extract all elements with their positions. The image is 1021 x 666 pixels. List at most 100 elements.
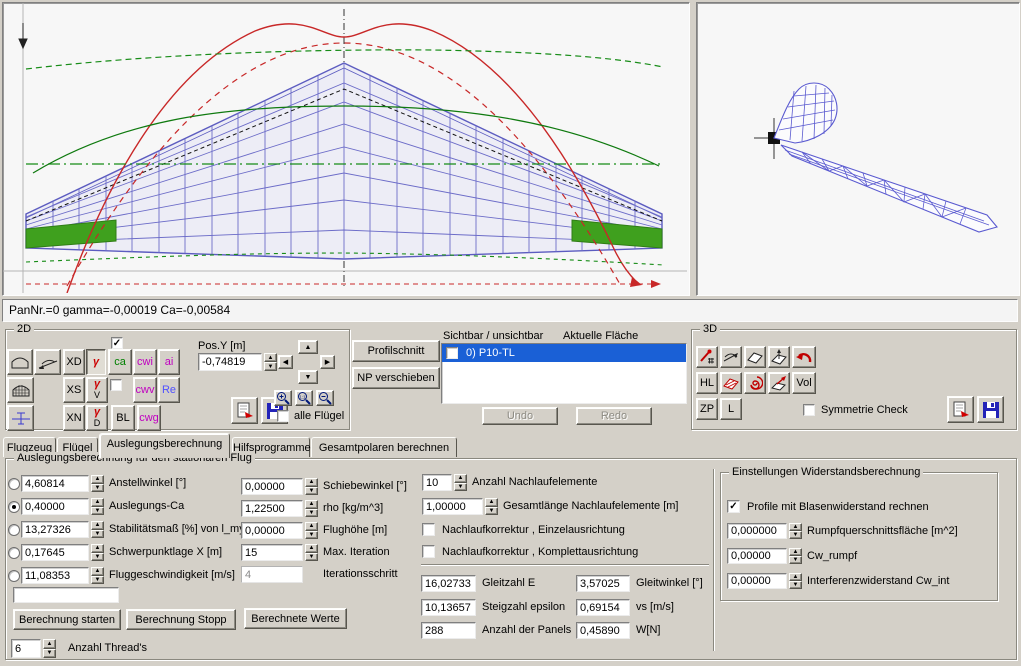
spin-down-icon[interactable]: ▼ [305, 487, 318, 496]
zoom-reset-button[interactable]: 1:1 [295, 390, 313, 406]
spin-down-icon[interactable]: ▼ [264, 362, 277, 371]
fluggeschwindigkeit-input[interactable] [21, 567, 89, 584]
redo-button[interactable]: Redo [576, 407, 652, 425]
vortex-button[interactable] [744, 372, 766, 394]
gamma-d-button[interactable]: γ D [86, 405, 108, 431]
schwerpunktlage-input[interactable] [21, 544, 89, 561]
rumpfquerschnitt-input[interactable] [727, 523, 787, 539]
schiebewinkel-input[interactable] [241, 478, 303, 495]
front-view-button[interactable] [7, 405, 34, 431]
spin-down-icon[interactable]: ▼ [789, 556, 802, 564]
gamma-v-button[interactable]: γ V [86, 377, 108, 403]
ca-button[interactable]: ca [108, 349, 132, 375]
planform-view-button[interactable] [7, 349, 33, 375]
berechnete-werte-button[interactable]: Berechnete Werte [244, 608, 347, 629]
rotate-undo-button[interactable] [792, 346, 816, 368]
rho-input[interactable] [241, 500, 303, 517]
spin-down-icon[interactable]: ▼ [91, 507, 104, 516]
wake-count-input[interactable] [422, 474, 452, 491]
spin-up-icon[interactable]: ▲ [305, 500, 318, 509]
plot-2d-panel[interactable] [2, 2, 690, 296]
hl-button[interactable]: HL [696, 372, 718, 394]
zp-button[interactable]: ZP [696, 398, 718, 420]
spin-down-icon[interactable]: ▼ [91, 484, 104, 493]
spin-down-icon[interactable]: ▼ [305, 531, 318, 540]
berechnung-starten-button[interactable]: Berechnung starten [13, 609, 121, 630]
xn-button[interactable]: XN [63, 405, 85, 431]
pan-down-button[interactable]: ▼ [298, 370, 318, 384]
ca-display-checkbox[interactable]: ✓ [111, 337, 123, 349]
surface-visible-checkbox[interactable]: ✓ [446, 347, 458, 359]
spin-up-icon[interactable]: ▲ [305, 522, 318, 531]
berechnung-stopp-button[interactable]: Berechnung Stopp [126, 609, 236, 630]
zoom-out-button[interactable] [316, 390, 334, 406]
spin-down-icon[interactable]: ▼ [43, 649, 56, 659]
alle-fluegel-checkbox[interactable] [277, 410, 289, 422]
radio-fluggeschwindigkeit[interactable] [8, 570, 20, 582]
plot-3d-panel[interactable] [696, 2, 1020, 296]
anstellwinkel-input[interactable] [21, 475, 89, 492]
spin-down-icon[interactable]: ▼ [305, 509, 318, 518]
spin-up-icon[interactable]: ▲ [485, 498, 498, 507]
spin-down-icon[interactable]: ▼ [789, 581, 802, 589]
copy-plot-button[interactable] [231, 397, 258, 424]
alpha-flow-button[interactable] [720, 346, 742, 368]
tab-gesamtpolaren[interactable]: Gesamtpolaren berechnen [311, 437, 457, 457]
threads-input[interactable] [11, 639, 41, 658]
l-button[interactable]: L [720, 398, 742, 420]
spin-up-icon[interactable]: ▲ [789, 523, 802, 531]
spin-down-icon[interactable]: ▼ [789, 531, 802, 539]
spin-up-icon[interactable]: ▲ [305, 544, 318, 553]
max-iteration-input[interactable] [241, 544, 303, 561]
flughoehe-input[interactable] [241, 522, 303, 539]
cw-int-input[interactable] [727, 573, 787, 589]
np-verschieben-button[interactable]: NP verschieben [352, 367, 440, 389]
pan-up-button[interactable]: ▲ [298, 340, 318, 354]
panel-normal-button[interactable] [768, 346, 790, 368]
xd-button[interactable]: XD [63, 349, 85, 375]
panel-view-button[interactable] [744, 346, 766, 368]
bl-button[interactable]: BL [111, 405, 135, 431]
spin-down-icon[interactable]: ▼ [305, 553, 318, 562]
spin-up-icon[interactable]: ▲ [264, 353, 277, 362]
surface-list-item[interactable]: ✓ 0) P10-TL [442, 344, 686, 362]
spin-up-icon[interactable]: ▲ [454, 474, 467, 483]
pan-left-button[interactable]: ◀ [278, 355, 293, 369]
spin-down-icon[interactable]: ▼ [485, 507, 498, 516]
cwv-button[interactable]: cwv [133, 377, 157, 403]
spin-down-icon[interactable]: ▼ [454, 483, 467, 492]
mesh-paint-button[interactable] [696, 346, 718, 368]
spin-up-icon[interactable]: ▲ [91, 475, 104, 484]
blasenwiderstand-checkbox[interactable]: ✓ [727, 500, 740, 513]
panel-arrow-button[interactable] [768, 372, 790, 394]
vol-button[interactable]: Vol [792, 372, 816, 394]
spin-down-icon[interactable]: ▼ [91, 553, 104, 562]
cw-rumpf-input[interactable] [727, 548, 787, 564]
spin-up-icon[interactable]: ▲ [789, 573, 802, 581]
radio-auslegungs-ca[interactable] [8, 501, 20, 513]
undo-button[interactable]: Undo [482, 407, 558, 425]
nachlaufkorrektur-einzel-checkbox[interactable] [422, 523, 435, 536]
spin-up-icon[interactable]: ▲ [305, 478, 318, 487]
stabilitaetsmass-input[interactable] [21, 521, 89, 538]
spin-up-icon[interactable]: ▲ [91, 521, 104, 530]
wing-mesh-view-button[interactable] [7, 377, 34, 403]
tab-auslegungsberechnung[interactable]: Auslegungsberechnung [99, 433, 230, 458]
radio-schwerpunktlage[interactable] [8, 547, 20, 559]
spin-up-icon[interactable]: ▲ [43, 639, 56, 649]
spin-up-icon[interactable]: ▲ [91, 567, 104, 576]
spin-down-icon[interactable]: ▼ [91, 530, 104, 539]
spin-up-icon[interactable]: ▲ [91, 544, 104, 553]
zoom-in-button[interactable] [274, 390, 292, 406]
pos-y-input[interactable] [198, 353, 262, 371]
radio-stabilitaetsmass[interactable] [8, 524, 20, 536]
re-button[interactable]: Re [158, 377, 180, 403]
panel-red-button[interactable] [720, 372, 742, 394]
nachlaufkorrektur-komplett-checkbox[interactable] [422, 545, 435, 558]
wake-length-input[interactable] [422, 498, 483, 515]
auslegungs-ca-input[interactable] [21, 498, 89, 515]
spin-up-icon[interactable]: ▲ [91, 498, 104, 507]
radio-anstellwinkel[interactable] [8, 478, 20, 490]
symmetrie-check-checkbox[interactable] [803, 404, 815, 416]
airfoil-alpha-button[interactable] [34, 349, 61, 375]
